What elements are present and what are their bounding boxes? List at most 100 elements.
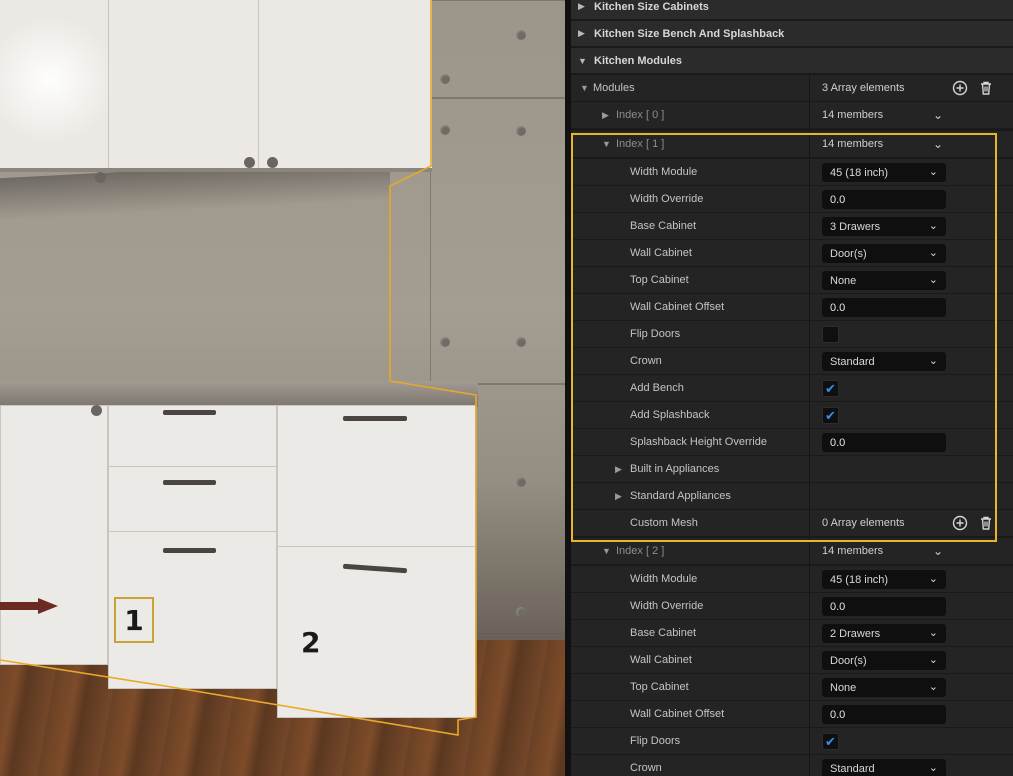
base-cabinet-drawer[interactable] [277, 405, 476, 548]
property-label: Splashback Height Override [630, 436, 767, 448]
index-1-row[interactable]: ▼ Index [ 1 ] 14 members ⌄ [571, 131, 1013, 158]
wall-cabinet-offset-row: Wall Cabinet Offset 0.0 [571, 294, 1013, 321]
chevron-down-icon: ⌄ [928, 762, 938, 774]
flip-doors-row: Flip Doors [571, 321, 1013, 348]
custom-mesh-count: 0 Array elements [822, 517, 905, 529]
property-label: Wall Cabinet [630, 654, 692, 666]
expand-arrow-icon[interactable]: ▶ [615, 483, 622, 509]
checkmark-icon: ✔ [825, 380, 836, 396]
top-cabinet-dropdown[interactable]: None ⌄ [822, 678, 946, 697]
section-kitchen-size-cabinets[interactable]: ▶ Kitchen Size Cabinets [571, 0, 1013, 20]
property-label: Width Override [630, 600, 704, 612]
property-label: Flip Doors [630, 328, 681, 340]
section-kitchen-size-bench[interactable]: ▶ Kitchen Size Bench And Splashback [571, 21, 1013, 47]
property-label: Top Cabinet [630, 681, 689, 693]
dropdown-value: 45 (18 inch) [830, 573, 889, 586]
members-count: 14 members [822, 109, 884, 121]
collapse-arrow-icon[interactable]: ▼ [602, 538, 611, 564]
crown-dropdown[interactable]: Standard ⌄ [822, 352, 946, 371]
column-divider [809, 728, 810, 754]
add-element-button[interactable] [951, 514, 969, 532]
base-cabinet-dropdown[interactable]: 2 Drawers ⌄ [822, 624, 946, 643]
collapse-arrow-icon[interactable]: ▼ [580, 75, 589, 101]
dropdown-value: 2 Drawers [830, 627, 881, 640]
wall-bolt [516, 607, 526, 617]
wall-cabinet-offset-field[interactable]: 0.0 [822, 705, 946, 724]
flip-doors-checkbox[interactable]: ✔ [822, 733, 839, 750]
expand-arrow-icon[interactable]: ▶ [602, 102, 609, 128]
width-override-field[interactable]: 0.0 [822, 597, 946, 616]
checkmark-icon: ✔ [825, 733, 836, 749]
width-module-dropdown[interactable]: 45 (18 inch) ⌄ [822, 570, 946, 589]
module-number-label: 2 [301, 626, 321, 659]
splashback-height-override-field[interactable]: 0.0 [822, 433, 946, 452]
flip-doors-checkbox[interactable] [822, 326, 839, 343]
column-divider [809, 755, 810, 776]
base-cabinet-module-0[interactable] [0, 405, 108, 665]
top-cabinet-dropdown[interactable]: None ⌄ [822, 271, 946, 290]
wall-cabinet[interactable] [0, 0, 432, 183]
wall-bolt [440, 125, 450, 135]
cabinet-door-seam [258, 0, 259, 168]
width-override-row: Width Override 0.0 [571, 186, 1013, 213]
section-label: Kitchen Size Bench And Splashback [594, 27, 785, 40]
chevron-down-icon[interactable]: ⌄ [933, 131, 943, 157]
column-divider [809, 321, 810, 347]
base-cabinet-drawer[interactable] [108, 405, 277, 473]
checkmark-icon: ✔ [825, 407, 836, 423]
chevron-down-icon: ⌄ [928, 274, 938, 286]
index-label: Index [ 1 ] [616, 138, 665, 150]
add-bench-checkbox[interactable]: ✔ [822, 380, 839, 397]
modules-array-row[interactable]: ▼ Modules 3 Array elements [571, 75, 1013, 102]
dropdown-value: Standard [830, 355, 875, 368]
clear-array-button[interactable] [977, 514, 995, 532]
base-cabinet-dropdown[interactable]: 3 Drawers ⌄ [822, 217, 946, 236]
chevron-down-icon[interactable]: ⌄ [933, 102, 943, 128]
column-divider [809, 429, 810, 455]
top-cabinet-row: Top Cabinet None ⌄ [571, 267, 1013, 294]
crown-dropdown[interactable]: Standard ⌄ [822, 759, 946, 776]
standard-appliances-row[interactable]: ▶ Standard Appliances [571, 483, 1013, 510]
chevron-down-icon[interactable]: ⌄ [933, 538, 943, 564]
modules-label: Modules [593, 82, 635, 94]
column-divider [809, 483, 810, 509]
dropdown-value: Door(s) [830, 247, 867, 260]
wall-cabinet-dropdown[interactable]: Door(s) ⌄ [822, 651, 946, 670]
index-2-row[interactable]: ▼ Index [ 2 ] 14 members ⌄ [571, 538, 1013, 565]
index-0-row[interactable]: ▶ Index [ 0 ] 14 members ⌄ [571, 102, 1013, 129]
property-label: Standard Appliances [630, 490, 731, 502]
column-divider [809, 102, 810, 128]
wall-bolt [516, 337, 526, 347]
property-label: Wall Cabinet Offset [630, 708, 725, 720]
column-divider [809, 620, 810, 646]
clear-array-button[interactable] [977, 79, 995, 97]
width-module-dropdown[interactable]: 45 (18 inch) ⌄ [822, 163, 946, 182]
dropdown-value: None [830, 681, 857, 694]
add-splashback-checkbox[interactable]: ✔ [822, 407, 839, 424]
width-override-field[interactable]: 0.0 [822, 190, 946, 209]
property-label: Flip Doors [630, 735, 681, 747]
expand-arrow-icon[interactable]: ▶ [615, 456, 622, 482]
built-in-appliances-row[interactable]: ▶ Built in Appliances [571, 456, 1013, 483]
details-panel[interactable]: ▶ Kitchen Size Cabinets ▶ Kitchen Size B… [565, 0, 1013, 776]
collapse-arrow-icon[interactable]: ▼ [602, 131, 611, 157]
bench-top[interactable] [0, 381, 478, 407]
property-label: Top Cabinet [630, 274, 689, 286]
chevron-down-icon: ⌄ [928, 573, 938, 585]
column-divider [809, 538, 810, 564]
crown-row: Crown Standard ⌄ [571, 348, 1013, 375]
module-number-label: 1 [114, 597, 154, 643]
index-label: Index [ 0 ] [616, 109, 665, 121]
base-cabinet-drawer[interactable] [108, 466, 277, 536]
wall-cabinet-dropdown[interactable]: Door(s) ⌄ [822, 244, 946, 263]
level-viewport[interactable]: 1 2 [0, 0, 565, 776]
wall-cabinet-offset-field[interactable]: 0.0 [822, 298, 946, 317]
section-kitchen-modules[interactable]: ▼ Kitchen Modules [571, 48, 1013, 74]
column-divider [809, 510, 810, 536]
property-label: Width Module [630, 573, 698, 585]
column-divider [809, 456, 810, 482]
column-divider [809, 566, 810, 592]
property-label: Width Module [630, 166, 698, 178]
add-element-button[interactable] [951, 79, 969, 97]
property-label: Add Bench [630, 382, 684, 394]
